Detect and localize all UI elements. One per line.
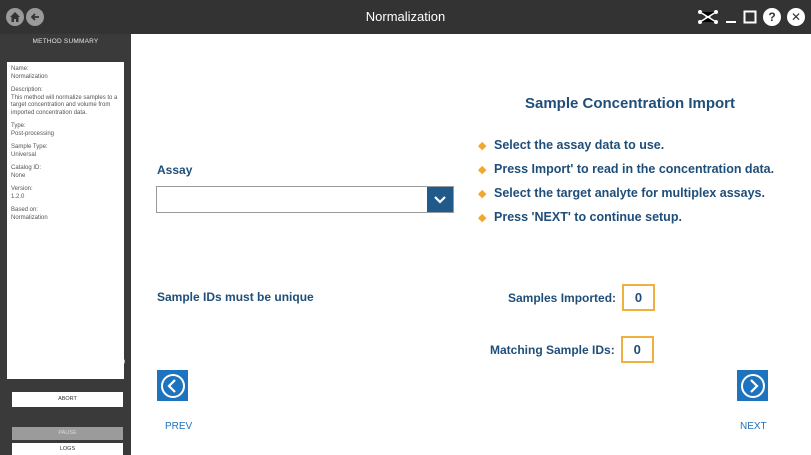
summary-label: Version: bbox=[11, 186, 33, 192]
summary-value: Normalization bbox=[11, 214, 48, 221]
elapsed-time-label: Elapsed Time: bbox=[10, 359, 55, 366]
summary-label: Description: bbox=[11, 87, 43, 93]
summary-label: Sample Type: bbox=[11, 144, 48, 150]
prev-button[interactable] bbox=[157, 370, 188, 401]
assay-label: Assay bbox=[157, 163, 193, 177]
diamond-bullet-icon: ◆ bbox=[478, 188, 487, 200]
method-summary-sidebar: METHOD SUMMARY Name: Normalization Descr… bbox=[0, 34, 131, 455]
unique-ids-note: Sample IDs must be unique bbox=[157, 290, 314, 304]
instruction-item: ◆ Select the target analyte for multiplex… bbox=[478, 185, 778, 201]
summary-value: Normalization bbox=[11, 73, 48, 80]
maximize-icon[interactable] bbox=[743, 10, 757, 24]
summary-value: Universal bbox=[11, 151, 37, 158]
summary-label: Name: bbox=[11, 66, 29, 72]
chevron-down-icon[interactable] bbox=[427, 187, 453, 212]
samples-imported-row: Samples Imported: 0 bbox=[508, 284, 656, 311]
instruction-item: ◆ Press Import' to read in the concentrat… bbox=[478, 161, 778, 177]
matching-ids-row: Matching Sample IDs: 0 bbox=[490, 336, 654, 363]
summary-value: 1.2.0 bbox=[11, 193, 25, 200]
logs-button[interactable]: LOGS bbox=[12, 443, 123, 455]
instruction-text: Select the target analyte for multiplex … bbox=[494, 186, 765, 200]
instruction-text: Press 'NEXT' to continue setup. bbox=[494, 210, 682, 224]
diamond-bullet-icon: ◆ bbox=[478, 140, 487, 152]
help-icon[interactable]: ? bbox=[763, 8, 781, 26]
summary-field-description: Description: This method will normalize … bbox=[11, 87, 120, 117]
samples-imported-label: Samples Imported: bbox=[508, 290, 617, 305]
summary-field-version: Version: 1.2.0 bbox=[11, 186, 120, 201]
window-title: Normalization bbox=[365, 9, 446, 24]
matching-ids-label: Matching Sample IDs: bbox=[490, 342, 615, 357]
summary-value: This method will normalize samples to a … bbox=[11, 94, 118, 116]
samples-imported-count: 0 bbox=[622, 284, 656, 311]
sidebar-header: METHOD SUMMARY bbox=[32, 38, 99, 45]
summary-label: Type: bbox=[11, 123, 26, 129]
chevron-right-icon bbox=[740, 373, 765, 398]
title-bar: Normalization ? ✕ bbox=[0, 0, 811, 34]
summary-field-catalog-id: Catalog ID: None bbox=[11, 165, 120, 180]
next-label[interactable]: NEXT bbox=[740, 421, 767, 432]
summary-value: None bbox=[11, 172, 26, 179]
summary-label: Based on: bbox=[11, 207, 39, 213]
instruction-text: Press Import' to read in the concentrati… bbox=[494, 162, 775, 176]
abort-button[interactable]: ABORT bbox=[12, 392, 123, 407]
elapsed-time-value: 00:00:00 bbox=[97, 359, 125, 366]
instruction-item: ◆ Select the assay data to use. bbox=[478, 137, 778, 153]
instruction-list: ◆ Select the assay data to use. ◆ Press Im… bbox=[478, 137, 778, 233]
instruction-text: Select the assay data to use. bbox=[494, 138, 665, 152]
method-summary-panel: Name: Normalization Description: This me… bbox=[7, 62, 124, 379]
summary-value: Post-processing bbox=[11, 130, 55, 137]
summary-field-type: Type: Post-processing bbox=[11, 123, 120, 138]
summary-field-based-on: Based on: Normalization bbox=[11, 207, 120, 222]
diamond-bullet-icon: ◆ bbox=[478, 212, 487, 224]
elapsed-time: Elapsed Time: 00:00:00 bbox=[10, 359, 125, 366]
summary-field-sample-type: Sample Type: Universal bbox=[11, 144, 120, 159]
assay-dropdown[interactable] bbox=[156, 186, 454, 213]
pause-button[interactable]: PAUSE bbox=[12, 427, 123, 440]
close-icon[interactable]: ✕ bbox=[787, 8, 805, 26]
chevron-left-icon bbox=[160, 373, 185, 398]
section-title: Sample Concentration Import bbox=[524, 95, 736, 112]
instruction-item: ◆ Press 'NEXT' to continue setup. bbox=[478, 209, 778, 225]
summary-label: Catalog ID: bbox=[11, 165, 42, 171]
matching-ids-count: 0 bbox=[620, 336, 654, 363]
next-button[interactable] bbox=[737, 370, 768, 401]
prev-label[interactable]: PREV bbox=[165, 421, 192, 432]
minimize-icon[interactable] bbox=[725, 10, 737, 24]
network-icon[interactable] bbox=[697, 9, 719, 25]
diamond-bullet-icon: ◆ bbox=[478, 164, 487, 176]
summary-field-name: Name: Normalization bbox=[11, 66, 120, 81]
